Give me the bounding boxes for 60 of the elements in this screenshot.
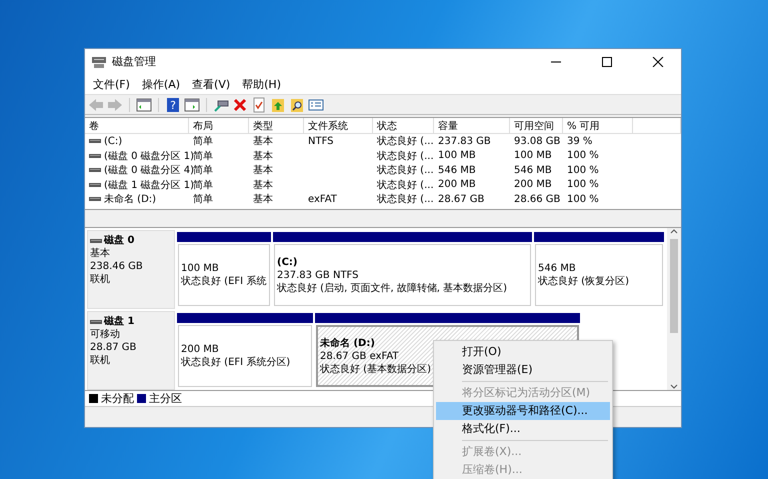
partition-status: 状态良好 (启动, 页面文件, 故障转储, 基本数据分区)	[277, 282, 508, 294]
table-cell: 100 %	[567, 164, 599, 176]
table-cell-text: 基本	[253, 134, 273, 148]
table-cell: exFAT	[308, 194, 337, 205]
table-cell: 200 MB	[438, 179, 476, 190]
partition-size: 100 MB	[181, 262, 219, 275]
table-cell-text: 状态良好 (...	[377, 192, 434, 206]
table-cell: 93.08 GB	[514, 136, 560, 147]
window-title: 磁盘管理	[112, 54, 157, 69]
table-cell-text: 简单	[193, 150, 213, 163]
partition-size: 200 MB	[181, 343, 219, 356]
disk-detail: 基本	[90, 247, 111, 260]
table-cell-text: 基本	[253, 150, 273, 163]
table-cell-text: (磁盘 0 磁盘分区 4)	[104, 164, 194, 178]
table-cell-text: 状态良好 (...	[377, 150, 434, 163]
disk-name: 磁盘 1	[104, 315, 134, 328]
table-cell: (C:)	[104, 136, 122, 147]
disk-detail: 238.46 GB	[90, 260, 144, 273]
table-cell-text: 基本	[253, 192, 273, 206]
partition-status: 状态良好 (基本数据分区)	[320, 362, 431, 376]
table-cell-text: 基本	[253, 164, 273, 178]
table-cell: 546 MB	[438, 164, 476, 176]
disk-detail: 联机	[90, 354, 111, 367]
table-cell-text: (磁盘 1 磁盘分区 1)	[104, 178, 194, 192]
table-cell: 100 MB	[438, 150, 476, 162]
legend-label: 未分配	[101, 391, 134, 406]
table-cell-text: 简单	[193, 134, 213, 148]
partition-status: 状态良好 (EFI 系统分区)	[181, 356, 290, 369]
table-cell-text: 简单	[193, 192, 213, 206]
table-cell-text: 状态良好 (...	[377, 178, 434, 192]
table-cell: 100 %	[567, 150, 599, 162]
disk-detail: 联机	[90, 273, 111, 286]
table-cell-text: 简单	[193, 164, 213, 178]
partition-label: 未命名 (D:)	[320, 336, 375, 350]
table-cell: 100 %	[567, 194, 599, 205]
partition-size: 28.67 GB exFAT	[320, 350, 398, 362]
table-cell-text: 基本	[253, 178, 273, 192]
disk-name: 磁盘 0	[104, 234, 134, 247]
table-cell: 546 MB	[514, 164, 552, 176]
legend-label: 主分区	[149, 391, 182, 406]
table-cell: 28.67 GB	[438, 194, 484, 205]
partition-label: (C:)	[277, 256, 298, 268]
table-cell: 100 %	[567, 179, 599, 190]
partition-status: 状态良好 (恢复分区)	[538, 275, 629, 288]
table-cell-text: (磁盘 0 磁盘分区 1)	[104, 150, 194, 163]
table-cell: 39 %	[567, 136, 592, 147]
table-cell-text: 状态良好 (...	[377, 164, 434, 178]
partition-status: 状态良好 (EFI 系统	[181, 275, 266, 288]
table-cell-text: 简单	[193, 178, 213, 192]
table-cell: NTFS	[308, 136, 334, 147]
table-cell: 28.66 GB	[514, 194, 560, 205]
table-cell-text: 未命名 (D:)	[104, 192, 156, 206]
partition-size: 237.83 GB NTFS	[277, 268, 358, 282]
disk-detail: 28.87 GB	[90, 341, 138, 354]
table-cell: 200 MB	[514, 179, 552, 190]
partition-size: 546 MB	[538, 262, 576, 275]
table-cell: 100 MB	[514, 150, 552, 162]
disk-detail: 可移动	[90, 328, 121, 341]
table-cell-text: 状态良好 (...	[377, 134, 434, 148]
table-cell: 237.83 GB	[438, 136, 491, 147]
